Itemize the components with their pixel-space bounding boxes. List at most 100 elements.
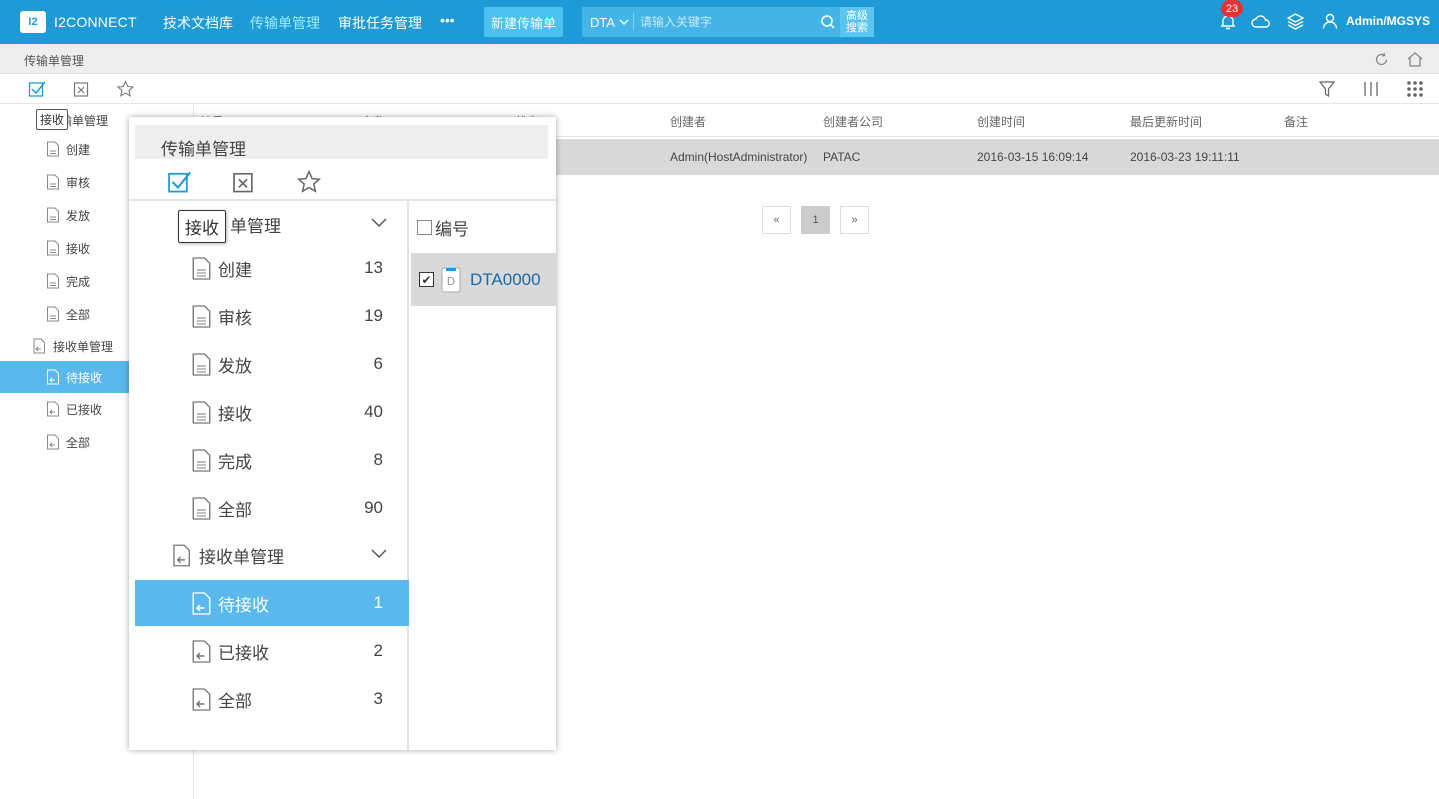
nav-transfer-mgmt[interactable]: 传输单管理: [250, 13, 320, 33]
search-button[interactable]: [816, 7, 840, 37]
receive-doc-icon: [192, 639, 211, 663]
layers-icon[interactable]: [1286, 12, 1305, 31]
home-icon[interactable]: [1406, 51, 1424, 68]
prev-page-button[interactable]: «: [762, 206, 791, 234]
document-icon: [47, 306, 59, 322]
columns-icon[interactable]: [1362, 80, 1380, 98]
filter-icon[interactable]: [1318, 80, 1336, 98]
nav-more[interactable]: •••: [440, 12, 455, 28]
logo-mark: I2: [20, 11, 46, 33]
row-doc-number[interactable]: DTA0000: [470, 270, 541, 290]
uncheck-all-icon[interactable]: [73, 80, 92, 98]
sidebar-item-received[interactable]: 已接收: [0, 393, 130, 425]
toolbar: [0, 74, 1439, 104]
select-all-checkbox[interactable]: [417, 220, 432, 235]
breadcrumb-bar: 传输单管理: [0, 44, 1439, 74]
zoom-breadcrumb-bar: 传输单管理: [135, 125, 548, 159]
receive-doc-icon: [173, 544, 190, 566]
zoom-callout: 传输单管理 单管理 创建 13 审核 19 发放 6 接收 40 完成 8 全部 90 接收…: [129, 117, 556, 750]
sidebar-item-receive-all[interactable]: 全部: [0, 426, 130, 458]
check-all-icon[interactable]: [167, 169, 193, 195]
user-menu[interactable]: Admin/MGSYS: [1322, 13, 1430, 29]
star-icon[interactable]: [296, 169, 322, 195]
adv-search-line2: 搜索: [846, 22, 868, 34]
sidebar-item-label: 全部: [66, 435, 91, 450]
zoom-tree-group-transfer[interactable]: 单管理: [135, 201, 409, 247]
zoom-item-received[interactable]: 已接收 2: [135, 628, 409, 674]
tree-group-receive[interactable]: 接收单管理: [0, 330, 130, 362]
zoom-sidebar-tree: 单管理 创建 13 审核 19 发放 6 接收 40 完成 8 全部 90 接收单管理 待接…: [135, 201, 409, 750]
zoom-item-all[interactable]: 全部 90: [135, 485, 409, 531]
nav-approval-tasks[interactable]: 审批任务管理: [338, 13, 422, 33]
cell-updated-time: 2016-03-23 19:11:11: [1130, 150, 1240, 164]
column-header[interactable]: 备注: [1284, 113, 1308, 130]
zoom-item-review[interactable]: 审核 19: [135, 293, 409, 339]
top-navigation-bar: I2 I2CONNECT 技术文档库 传输单管理 审批任务管理 ••• 新建传输…: [0, 0, 1439, 44]
advanced-search-button[interactable]: 高级 搜索: [840, 7, 874, 37]
item-count: 1: [373, 593, 383, 612]
new-transfer-button[interactable]: 新建传输单: [484, 7, 563, 37]
nav-tech-docs[interactable]: 技术文档库: [163, 13, 233, 33]
search-bar: DTA 高级 搜索: [582, 7, 874, 37]
sidebar-item-receive[interactable]: 接收: [0, 232, 130, 264]
sidebar-item-label: 接收: [66, 241, 91, 256]
search-icon: [821, 15, 835, 29]
app-logo[interactable]: I2 I2CONNECT: [20, 11, 137, 33]
zoom-table-row[interactable]: ✔ D DTA0000: [411, 253, 556, 306]
zoom-item-complete[interactable]: 完成 8: [135, 437, 409, 483]
zoom-item-receive-all[interactable]: 全部 3: [135, 676, 409, 722]
sidebar-item-review[interactable]: 审核: [0, 166, 130, 198]
sidebar-item-create[interactable]: 创建: [0, 133, 130, 165]
zoom-tree-group-receive[interactable]: 接收单管理: [135, 532, 409, 578]
receive-doc-icon: [47, 401, 59, 417]
cloud-icon[interactable]: [1251, 13, 1271, 31]
uncheck-all-icon[interactable]: [232, 169, 258, 195]
receive-doc-icon: [47, 369, 59, 385]
document-icon: [192, 448, 211, 472]
document-icon: [47, 240, 59, 256]
document-icon: [47, 141, 59, 157]
page-number[interactable]: 1: [801, 206, 830, 234]
refresh-icon[interactable]: [1373, 51, 1390, 68]
sidebar-item-label: 已接收: [66, 402, 103, 417]
document-icon: [47, 273, 59, 289]
receive-doc-icon: [192, 591, 211, 615]
sidebar-item-label: 完成: [66, 274, 91, 289]
search-input[interactable]: [634, 15, 816, 29]
item-count: 6: [373, 354, 383, 373]
column-header[interactable]: 创建者: [670, 113, 706, 130]
zoom-table: 编号 ✔ D DTA0000: [411, 201, 556, 750]
row-checkbox[interactable]: ✔: [419, 272, 434, 287]
chevron-down-icon: [619, 19, 629, 25]
sidebar-item-label: 发放: [66, 208, 91, 223]
item-label: 创建: [218, 260, 252, 280]
zoom-item-publish[interactable]: 发放 6: [135, 341, 409, 387]
item-count: 8: [373, 450, 383, 469]
receive-doc-icon: [33, 338, 45, 354]
item-label: 已接收: [218, 643, 269, 663]
zoom-column-header[interactable]: 编号: [417, 215, 469, 240]
zoom-item-create[interactable]: 创建 13: [135, 245, 409, 291]
sidebar-item-publish[interactable]: 发放: [0, 199, 130, 231]
tooltip: 接收: [36, 109, 69, 130]
zoom-item-receive[interactable]: 接收 40: [135, 389, 409, 435]
zoom-title: 传输单管理: [161, 140, 246, 159]
sidebar-item-all[interactable]: 全部: [0, 298, 130, 330]
check-all-icon[interactable]: [28, 80, 47, 98]
column-header[interactable]: 创建时间: [977, 113, 1025, 130]
sidebar-item-label: 全部: [66, 307, 91, 322]
item-label: 审核: [218, 308, 252, 328]
next-page-button[interactable]: »: [840, 206, 869, 234]
column-header[interactable]: 最后更新时间: [1130, 113, 1202, 130]
sidebar-item-complete[interactable]: 完成: [0, 265, 130, 297]
item-label: 全部: [218, 500, 252, 520]
zoom-item-pending[interactable]: 待接收 1: [135, 580, 409, 626]
tree-group-label: 单管理: [230, 216, 281, 236]
item-count: 2: [373, 641, 383, 660]
sidebar-item-pending[interactable]: 待接收: [0, 361, 130, 393]
search-type-select[interactable]: DTA: [582, 13, 634, 31]
document-icon: [47, 174, 59, 190]
grid-icon[interactable]: [1406, 80, 1424, 98]
star-icon[interactable]: [116, 80, 135, 98]
column-header[interactable]: 创建者公司: [823, 113, 883, 130]
